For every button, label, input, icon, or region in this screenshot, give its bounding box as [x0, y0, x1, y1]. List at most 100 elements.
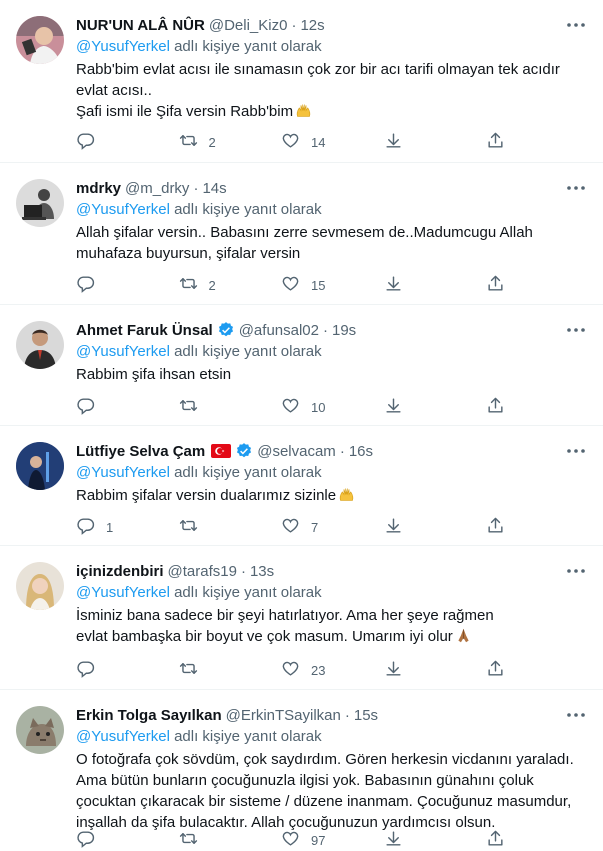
tweet-header: Erkin Tolga Sayılkan @ErkinTSayilkan · 1… — [76, 704, 587, 726]
reply-context: @YusufYerkel adlı kişiye yanıt olarak — [76, 37, 587, 57]
reply-icon — [76, 396, 95, 418]
tweet-body: Lütfiye Selva Çam @selvacam · 16s @Yusuf… — [76, 440, 587, 506]
save-button[interactable] — [384, 132, 484, 152]
more-options-icon[interactable] — [565, 177, 587, 199]
tweet-actions: 2 14 — [76, 132, 506, 152]
mention-link[interactable]: @YusufYerkel — [76, 728, 170, 745]
display-name[interactable]: mdrky — [76, 180, 121, 197]
share-button[interactable] — [486, 397, 506, 417]
share-button[interactable] — [486, 830, 506, 850]
reply-prefix: adlı kişiye yanıt olarak — [174, 343, 322, 360]
share-button[interactable] — [486, 660, 506, 680]
timestamp[interactable]: 13s — [250, 563, 274, 580]
mention-link[interactable]: @YusufYerkel — [76, 343, 170, 360]
share-button[interactable] — [486, 132, 506, 152]
verified-badge-icon — [235, 442, 253, 460]
timestamp[interactable]: 14s — [202, 180, 226, 197]
mention-link[interactable]: @YusufYerkel — [76, 201, 170, 218]
user-handle[interactable]: @afunsal02 — [239, 322, 319, 339]
mention-link[interactable]: @YusufYerkel — [76, 464, 170, 481]
avatar[interactable] — [16, 321, 64, 369]
save-button[interactable] — [384, 275, 484, 295]
reply-button[interactable] — [76, 660, 176, 680]
retweet-button[interactable] — [179, 660, 279, 680]
more-options-icon[interactable] — [565, 319, 587, 341]
tweet-actions: 97 — [76, 830, 506, 850]
retweet-button[interactable] — [179, 830, 279, 850]
retweet-icon — [179, 516, 198, 538]
avatar[interactable] — [16, 706, 64, 754]
user-handle[interactable]: @ErkinTSayilkan — [226, 707, 341, 724]
tweet[interactable]: içinizdenbiri @tarafs19 · 13s @YusufYerk… — [0, 546, 603, 690]
tweet-header: içinizdenbiri @tarafs19 · 13s — [76, 560, 587, 582]
user-handle[interactable]: @selvacam — [257, 443, 336, 460]
separator-dot: · — [193, 179, 199, 197]
reply-button[interactable] — [76, 132, 176, 152]
timestamp[interactable]: 15s — [354, 707, 378, 724]
display-name[interactable]: Lütfiye Selva Çam — [76, 443, 205, 460]
more-options-icon[interactable] — [565, 440, 587, 462]
reply-icon — [76, 516, 95, 538]
mention-link[interactable]: @YusufYerkel — [76, 38, 170, 55]
turkey-flag-icon — [211, 444, 232, 458]
tweet-header: NUR'UN ALÂ NÛR @Deli_Kiz0 · 12s — [76, 14, 587, 36]
reply-icon — [76, 131, 95, 153]
user-handle[interactable]: @m_drky — [125, 180, 189, 197]
tweet[interactable]: Erkin Tolga Sayılkan @ErkinTSayilkan · 1… — [0, 690, 603, 851]
share-icon — [486, 131, 505, 153]
reply-prefix: adlı kişiye yanıt olarak — [174, 201, 322, 218]
timestamp[interactable]: 19s — [332, 322, 356, 339]
avatar[interactable] — [16, 16, 64, 64]
display-name[interactable]: içinizdenbiri — [76, 563, 164, 580]
avatar[interactable] — [16, 442, 64, 490]
share-button[interactable] — [486, 275, 506, 295]
avatar[interactable] — [16, 179, 64, 227]
reply-button[interactable] — [76, 830, 176, 850]
reply-button[interactable] — [76, 275, 176, 295]
user-handle[interactable]: @tarafs19 — [168, 563, 237, 580]
like-button[interactable]: 14 — [281, 132, 381, 152]
display-name[interactable]: Ahmet Faruk Ünsal — [76, 322, 213, 339]
like-button[interactable]: 97 — [281, 830, 381, 850]
save-button[interactable] — [384, 830, 484, 850]
download-icon — [384, 829, 403, 851]
user-handle[interactable]: @Deli_Kiz0 — [209, 17, 288, 34]
heart-icon — [281, 131, 300, 153]
save-button[interactable] — [384, 517, 484, 537]
tweet[interactable]: mdrky @m_drky · 14s @YusufYerkel adlı ki… — [0, 163, 603, 305]
tweet-text-line: Rabbim şifalar versin dualarımız sizinle — [76, 485, 546, 506]
like-button[interactable]: 23 — [281, 660, 381, 680]
share-button[interactable] — [486, 517, 506, 537]
retweet-button[interactable] — [179, 397, 279, 417]
reply-prefix: adlı kişiye yanıt olarak — [174, 464, 322, 481]
like-button[interactable]: 7 — [281, 517, 381, 537]
retweet-icon — [179, 659, 198, 681]
reply-button[interactable]: 1 — [76, 517, 176, 537]
retweet-count: 2 — [208, 134, 216, 150]
save-button[interactable] — [384, 660, 484, 680]
timestamp[interactable]: 12s — [300, 17, 324, 34]
retweet-button[interactable] — [179, 517, 279, 537]
save-button[interactable] — [384, 397, 484, 417]
more-options-icon[interactable] — [565, 704, 587, 726]
retweet-button[interactable]: 2 — [179, 275, 279, 295]
tweet[interactable]: Lütfiye Selva Çam @selvacam · 16s @Yusuf… — [0, 426, 603, 546]
more-options-icon[interactable] — [565, 14, 587, 36]
download-icon — [384, 659, 403, 681]
timestamp[interactable]: 16s — [349, 443, 373, 460]
display-name[interactable]: Erkin Tolga Sayılkan — [76, 707, 222, 724]
retweet-button[interactable]: 2 — [179, 132, 279, 152]
mention-link[interactable]: @YusufYerkel — [76, 584, 170, 601]
tweet[interactable]: NUR'UN ALÂ NÛR @Deli_Kiz0 · 12s @YusufYe… — [0, 0, 603, 163]
like-button[interactable]: 15 — [281, 275, 381, 295]
heart-icon — [281, 396, 300, 418]
display-name[interactable]: NUR'UN ALÂ NÛR — [76, 17, 205, 34]
heart-icon — [281, 829, 300, 851]
reply-context: @YusufYerkel adlı kişiye yanıt olarak — [76, 463, 587, 483]
tweet-text-line: İsminiz bana sadece bir şeyi hatırlatıyo… — [76, 607, 498, 645]
more-options-icon[interactable] — [565, 560, 587, 582]
avatar[interactable] — [16, 562, 64, 610]
reply-button[interactable] — [76, 397, 176, 417]
tweet[interactable]: Ahmet Faruk Ünsal @afunsal02 · 19s @Yusu… — [0, 305, 603, 426]
like-button[interactable]: 10 — [281, 397, 381, 417]
